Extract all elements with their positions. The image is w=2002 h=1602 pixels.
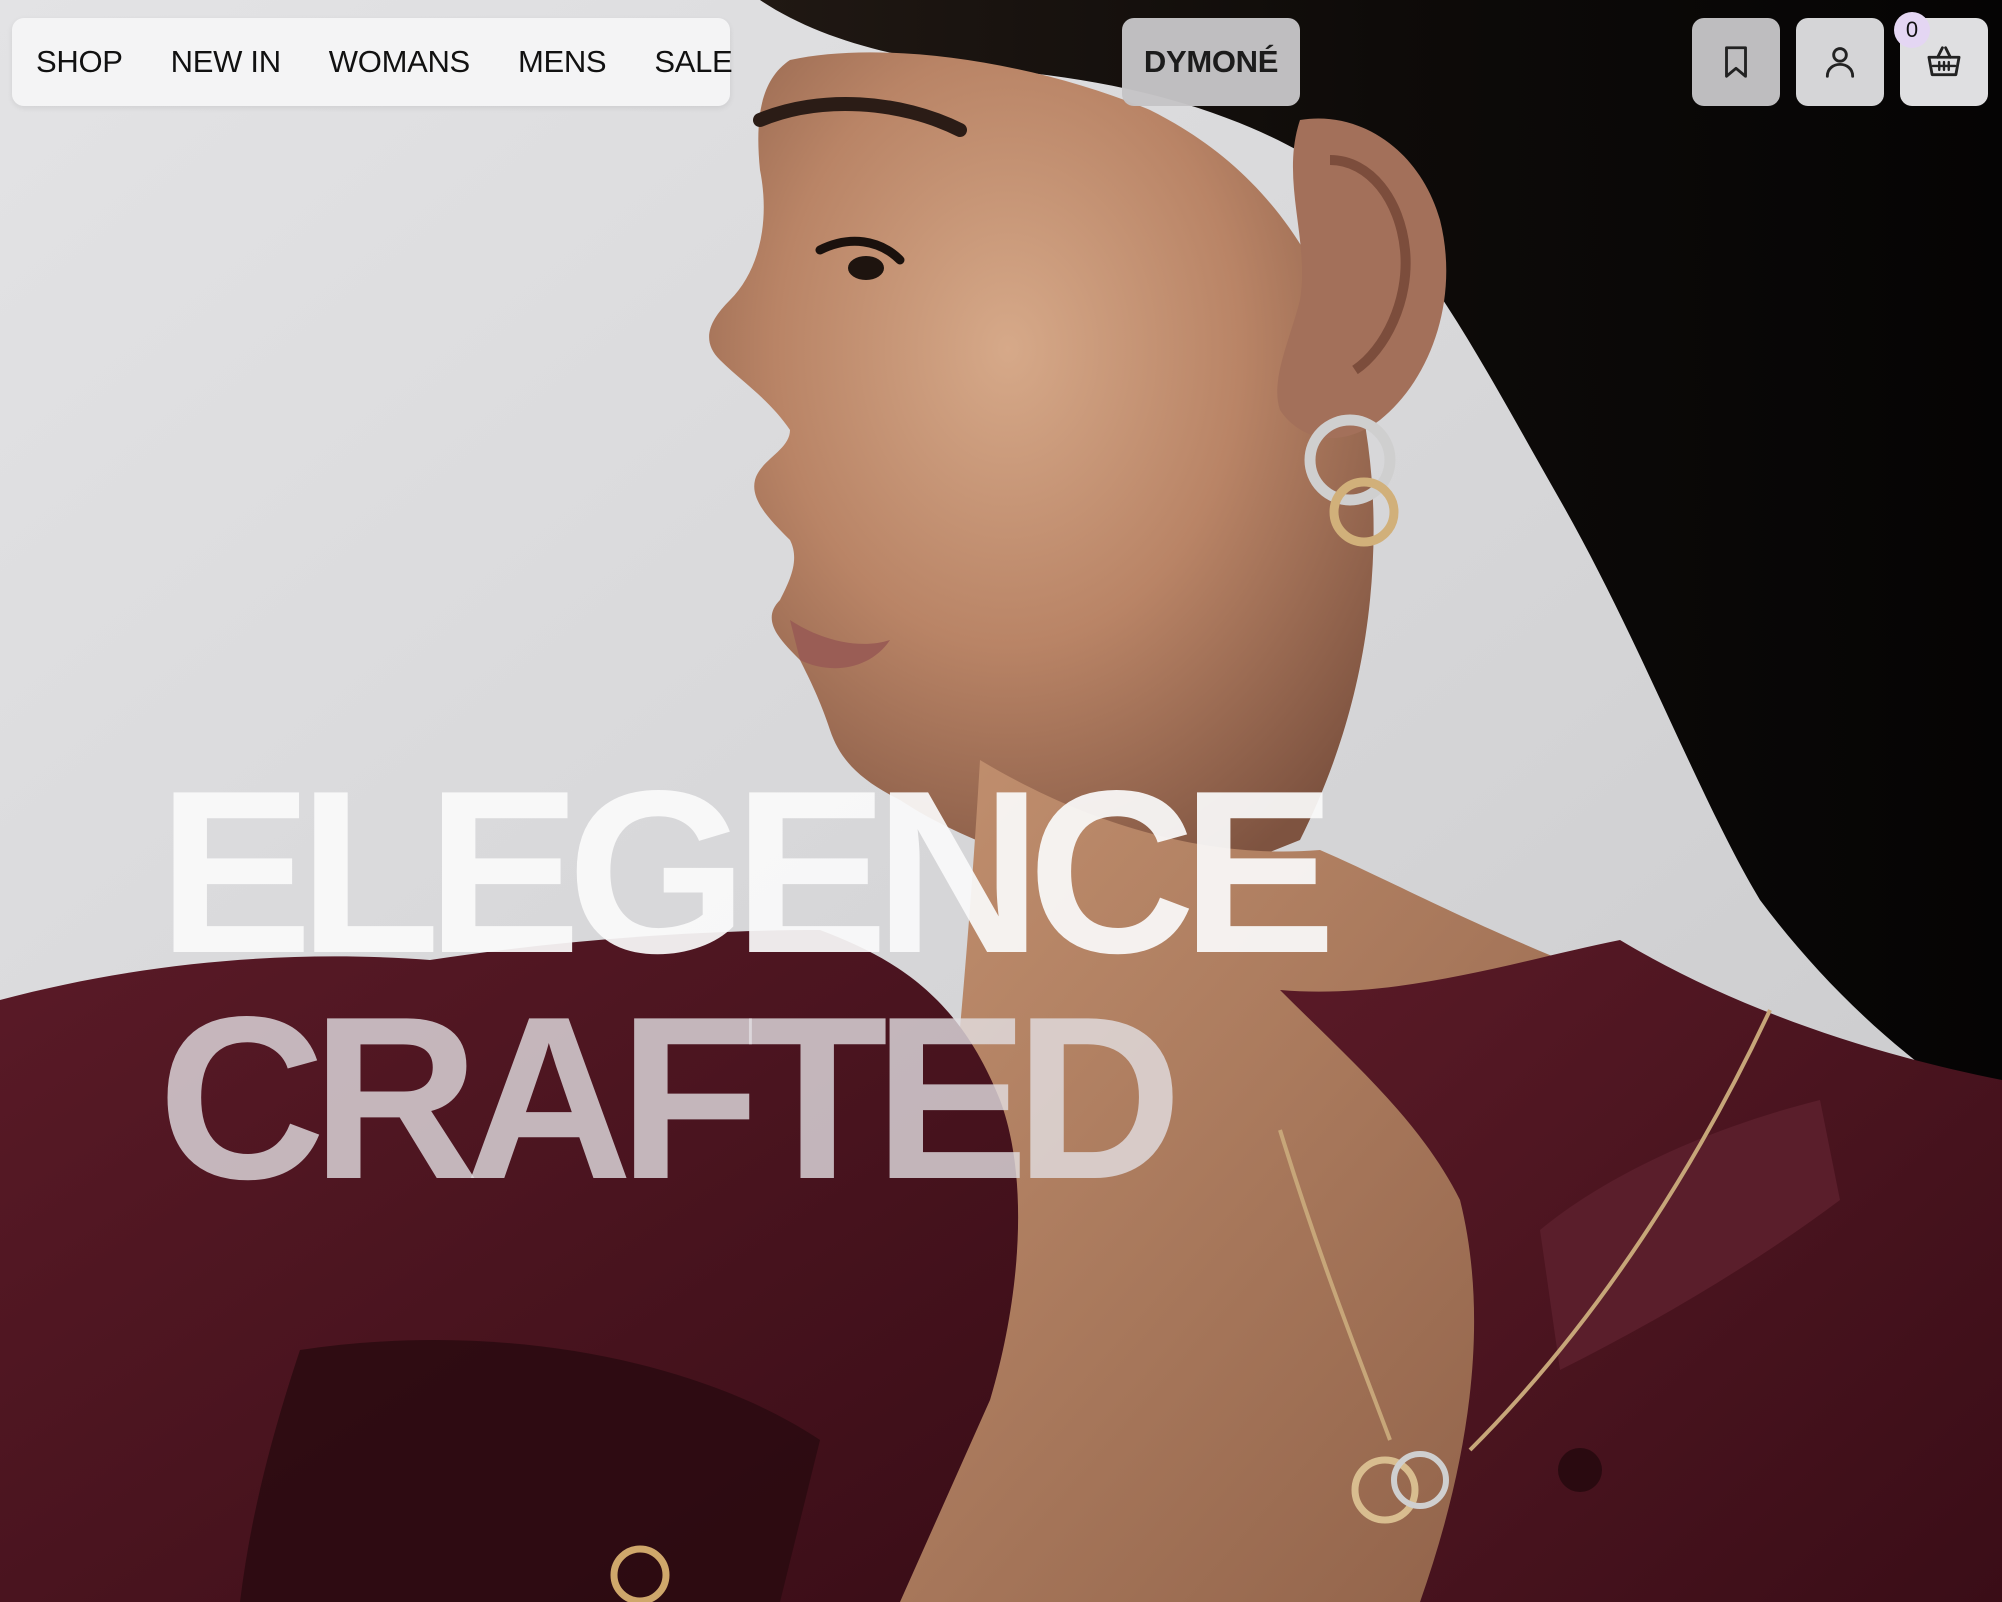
account-button[interactable] [1796,18,1884,106]
nav-link-shop[interactable]: SHOP [36,44,123,80]
user-icon [1825,47,1855,78]
headline-line-2: CRAFTED [158,969,1182,1228]
nav-link-sale[interactable]: SALE [654,44,732,80]
nav-link-womans[interactable]: WOMANS [329,44,470,80]
main-navigation: SHOP NEW IN WOMANS MENS SALE [12,18,733,106]
cart-count-badge: 0 [1894,12,1930,48]
hero-headline: ELEGENCE CRAFTED [158,743,1336,1228]
headline-line-1: ELEGENCE [158,743,1336,1002]
bookmark-icon [1725,46,1747,78]
nav-link-mens[interactable]: MENS [518,44,607,80]
nav-link-new-in[interactable]: NEW IN [171,44,281,80]
basket-icon [1927,46,1961,77]
saved-items-button[interactable] [1692,18,1780,106]
brand-logo[interactable]: DYMONÉ [1122,18,1300,106]
